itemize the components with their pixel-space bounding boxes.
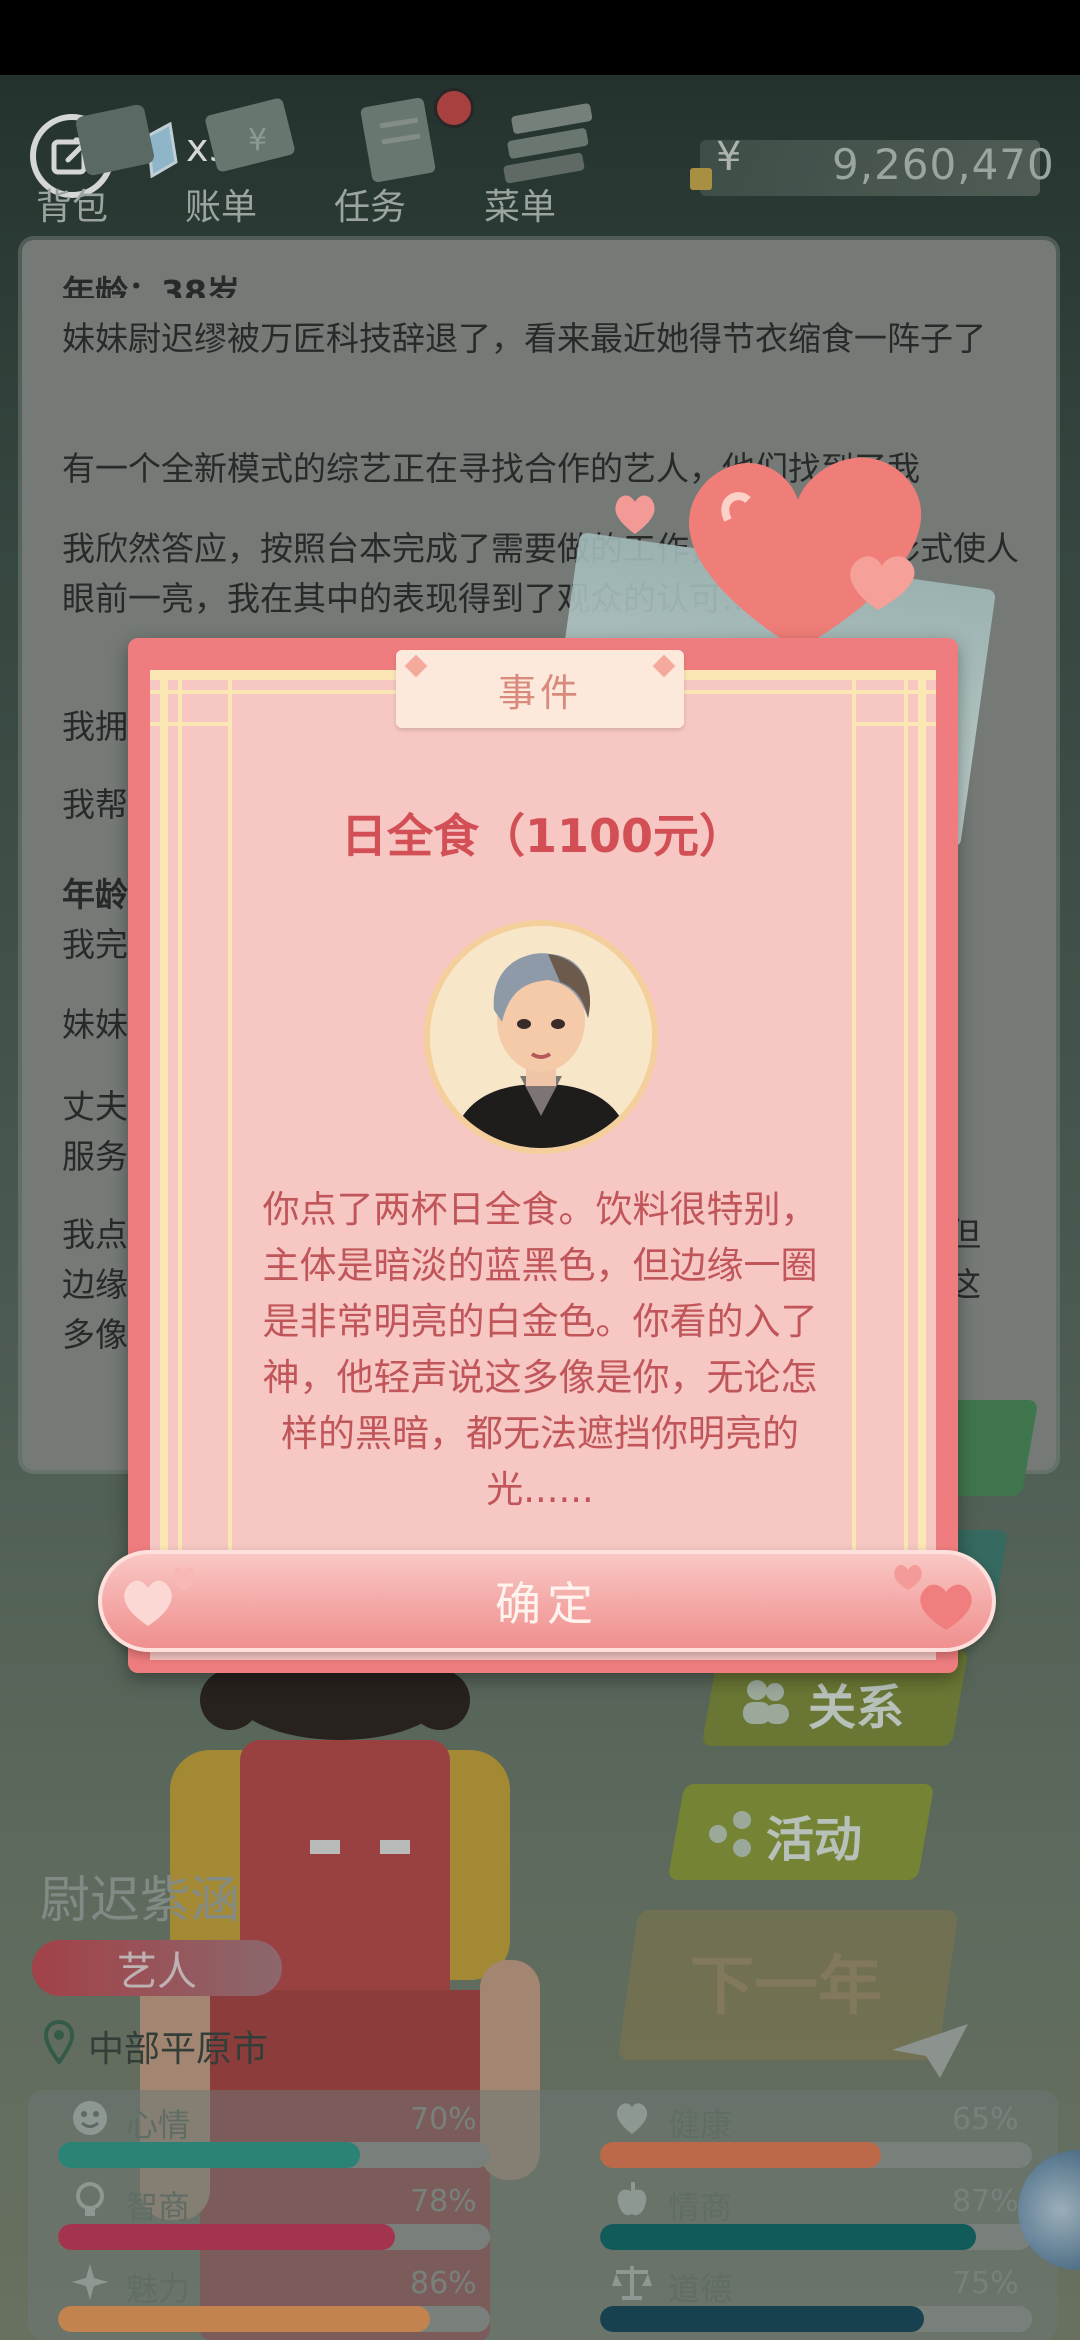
event-tag-label: 事件 <box>497 670 582 715</box>
frame-line <box>856 722 936 726</box>
npc-portrait <box>424 920 658 1154</box>
heart-ornament-icon <box>894 1564 972 1630</box>
status-bar <box>0 0 1080 75</box>
confirm-button-label: 确定 <box>495 1577 599 1631</box>
heart-ornament-icon <box>124 1566 196 1626</box>
small-heart-icon <box>615 495 655 534</box>
confirm-button[interactable]: 确定 <box>98 1550 996 1652</box>
event-tag: 事件 <box>396 650 684 728</box>
heart-decoration-icon <box>688 457 922 650</box>
event-description: 你点了两杯日全食。饮料很特别，主体是暗淡的蓝黑色，但边缘一圈是非常明亮的白金色。… <box>262 1188 818 1511</box>
event-title: 日全食（1100元） <box>340 809 746 863</box>
avatar <box>430 926 652 1148</box>
frame-line <box>150 722 230 726</box>
